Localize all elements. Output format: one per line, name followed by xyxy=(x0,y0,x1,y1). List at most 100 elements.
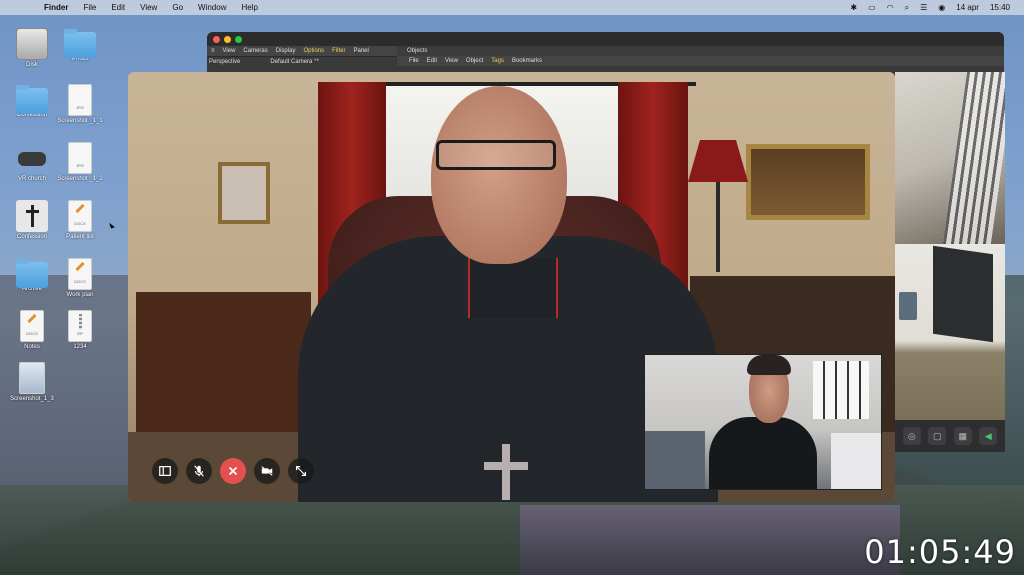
mic-icon xyxy=(194,465,204,477)
image-file-icon: JPG xyxy=(68,84,92,116)
camera-toggle-button[interactable] xyxy=(254,458,280,484)
desktop-icon-label: Confession xyxy=(16,234,48,240)
fullscreen-icon xyxy=(296,466,306,476)
desktop-icon-confession-folder[interactable]: Confession xyxy=(7,84,57,119)
objects-menu-view[interactable]: View xyxy=(445,56,458,66)
elapsed-timer: 01:05:49 xyxy=(864,533,1016,571)
desktop-icon-work-plan[interactable]: DOCX Work plan xyxy=(55,258,105,299)
menu-panel[interactable]: Panel xyxy=(353,48,368,54)
menu-go[interactable]: Go xyxy=(172,3,183,12)
call-controls xyxy=(152,458,314,484)
desktop-icon-screenshot-1-2[interactable]: JPG Screenshot _1_2 xyxy=(55,142,105,183)
sidebar-toggle-button[interactable] xyxy=(152,458,178,484)
caller-collar xyxy=(468,258,558,318)
objects-menu-tags[interactable]: Tags xyxy=(491,56,504,66)
zip-file-icon: ZIP xyxy=(68,310,92,342)
menu-view[interactable]: View xyxy=(223,48,236,54)
desktop-icon-screenshot-1-3[interactable]: Screenshot_1_3 xyxy=(7,362,57,403)
pip-window xyxy=(813,361,869,419)
menu-help[interactable]: Help xyxy=(241,3,257,12)
minimize-window-icon[interactable] xyxy=(224,36,231,43)
desktop-icon-confession-app[interactable]: Confession xyxy=(7,200,57,241)
menu-filter[interactable]: Filter xyxy=(332,48,345,54)
desktop-icon-label: Patient list xyxy=(66,234,94,240)
menu-time[interactable]: 15:40 xyxy=(990,3,1010,12)
battery-icon[interactable]: ▭ xyxy=(868,3,876,12)
desktop-icon-vr-church[interactable]: VR church xyxy=(7,142,57,183)
camera-feed-room xyxy=(895,244,1005,420)
siri-icon[interactable]: ◉ xyxy=(938,3,945,12)
camera-off-icon xyxy=(261,466,273,476)
menu-window[interactable]: Window xyxy=(198,3,226,12)
objects-menu-object[interactable]: Object xyxy=(466,56,483,66)
screenshot-icon xyxy=(19,362,45,394)
objects-menu-bookmarks[interactable]: Bookmarks xyxy=(512,56,542,66)
sidebar-icon xyxy=(159,466,171,476)
self-view-pip[interactable] xyxy=(644,354,882,490)
document-icon: DOCX xyxy=(68,258,92,290)
objects-title: Objects xyxy=(397,46,1004,56)
folder-icon xyxy=(64,29,96,58)
document-icon: DOCX xyxy=(68,200,92,232)
pip-sofa xyxy=(645,431,705,489)
hamburger-icon[interactable]: ≡ xyxy=(211,48,215,54)
desktop-icon-screenshot-1-1[interactable]: JPG Screenshot _1_1 xyxy=(55,84,105,125)
menu-edit[interactable]: Edit xyxy=(111,3,125,12)
menu-date[interactable]: 14 apr xyxy=(956,3,979,12)
pip-person-hair xyxy=(747,355,791,375)
folder-icon xyxy=(16,85,48,114)
close-window-icon[interactable] xyxy=(213,36,220,43)
record-icon[interactable]: ◎ xyxy=(902,427,921,445)
video-call-window[interactable] xyxy=(128,72,895,502)
disk-icon xyxy=(16,28,48,60)
desktop-icon-patient-list[interactable]: DOCX Patient list xyxy=(55,200,105,241)
window-titlebar[interactable] xyxy=(207,32,1004,46)
desktop-icon-notes[interactable]: DOCX Notes xyxy=(7,310,57,351)
viewport-toolbar: ≡ View Cameras Display Options Filter Pa… xyxy=(207,46,397,56)
volume-icon[interactable]: ◀ xyxy=(979,427,998,445)
mute-button[interactable] xyxy=(186,458,212,484)
zoom-window-icon[interactable] xyxy=(235,36,242,43)
menu-view[interactable]: View xyxy=(140,3,157,12)
desktop-icon-archive[interactable]: Archive xyxy=(7,258,57,293)
desktop-icon-disk[interactable]: Disk xyxy=(7,28,57,69)
lamp-stem xyxy=(716,182,720,272)
end-call-icon xyxy=(228,466,238,476)
menu-bar: Finder File Edit View Go Window Help ✱ ▭… xyxy=(0,0,1024,15)
bluetooth-icon[interactable]: ✱ xyxy=(850,3,857,12)
viewport-label: Perspective xyxy=(209,58,241,65)
objects-menu-file[interactable]: File xyxy=(409,56,419,66)
desktop-icon-label: VR church xyxy=(17,176,46,182)
document-icon: DOCX xyxy=(20,310,44,342)
menu-app-name[interactable]: Finder xyxy=(44,3,68,12)
desktop-icon-label: Notes xyxy=(24,344,40,350)
desktop-icon-label: Screenshot _1_2 xyxy=(57,176,103,182)
camera-label[interactable]: Default Camera °* xyxy=(270,59,318,65)
wall-portrait xyxy=(218,162,270,224)
vr-headset-icon xyxy=(16,142,48,174)
side-table xyxy=(136,292,311,432)
menu-cameras[interactable]: Cameras xyxy=(243,48,267,54)
screen-icon[interactable]: ▢ xyxy=(928,427,947,445)
objects-menu-edit[interactable]: Edit xyxy=(427,56,437,66)
menu-file[interactable]: File xyxy=(83,3,96,12)
desktop-icon-label: Work plan xyxy=(66,292,94,298)
desktop-icon-label: 1234 xyxy=(73,344,87,350)
caller-head xyxy=(431,86,567,264)
mouse-cursor xyxy=(109,221,115,229)
fullscreen-button[interactable] xyxy=(288,458,314,484)
menu-options[interactable]: Options xyxy=(303,48,324,54)
control-center-icon[interactable]: ☰ xyxy=(920,3,927,12)
desktop-icon-1234[interactable]: ZIP 1234 xyxy=(55,310,105,351)
wall-painting xyxy=(746,144,870,220)
camera-feed-controls: ◎ ▢ ▦ ◀ xyxy=(895,420,1005,452)
caller-glasses xyxy=(436,140,556,170)
objects-panel: Objects File Edit View Object Tags Bookm… xyxy=(397,46,1004,66)
search-icon[interactable]: ⌕ xyxy=(905,3,909,13)
wifi-icon[interactable]: ◠ xyxy=(887,3,894,12)
wallpaper-rocks xyxy=(520,505,900,575)
grid-icon[interactable]: ▦ xyxy=(953,427,972,445)
menu-display[interactable]: Display xyxy=(276,48,296,54)
end-call-button[interactable] xyxy=(220,458,246,484)
desktop-icon-photo[interactable]: Photo xyxy=(55,28,105,63)
